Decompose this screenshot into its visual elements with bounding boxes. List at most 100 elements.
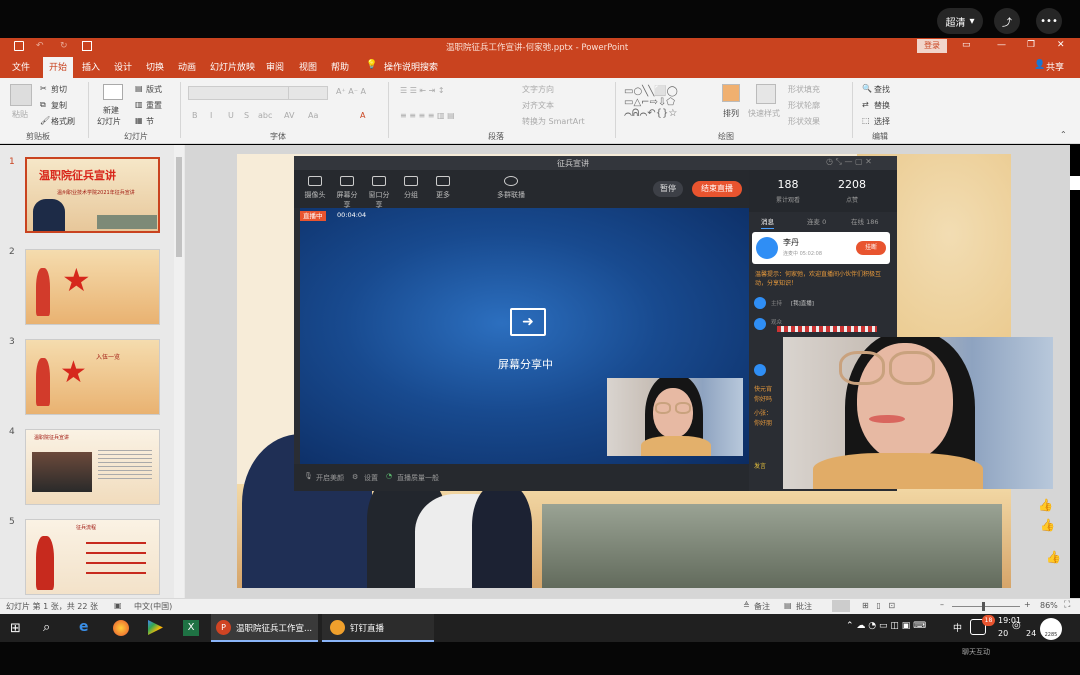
language-status[interactable]: 中文(中国)	[134, 601, 172, 612]
excel-icon[interactable]: X	[183, 620, 199, 636]
pause-button[interactable]: 暂停	[653, 181, 683, 197]
grow-font-icon[interactable]: A⁺ A⁻ A	[336, 87, 366, 96]
window-share-button[interactable]: 窗口分享	[366, 176, 392, 210]
normal-view-button[interactable]	[832, 600, 850, 612]
bold-button[interactable]: B	[192, 111, 198, 120]
tab-file[interactable]: 文件	[12, 60, 30, 73]
firefox-icon[interactable]	[113, 620, 129, 636]
tab-animations[interactable]: 动画	[178, 60, 196, 73]
shape-fill-button[interactable]: 形状填充	[788, 84, 820, 95]
slide-thumbnail-1[interactable]: 温职院征兵宣讲 温州职业技术学院2021年征兵宣讲	[25, 157, 160, 233]
camera-button[interactable]: 摄像头	[302, 176, 328, 200]
shape-effects-button[interactable]: 形状效果	[788, 116, 820, 127]
tab-online[interactable]: 在线 186	[851, 216, 878, 226]
select-button[interactable]: 选择	[874, 116, 890, 127]
align-icons[interactable]: ≡ ≡ ≡ ≡ ▥ ▤	[400, 111, 455, 120]
tab-messages[interactable]: 消息	[761, 216, 774, 229]
hang-up-button[interactable]: 挂断	[856, 241, 886, 255]
quick-styles-button[interactable]: 快速样式	[748, 108, 780, 119]
replace-button[interactable]: 替换	[874, 100, 890, 111]
minimize-icon[interactable]: —	[997, 40, 1006, 50]
tab-home[interactable]: 开始	[43, 57, 74, 78]
font-size-select[interactable]	[288, 86, 328, 100]
fit-slide-icon[interactable]: ⛶	[1064, 600, 1070, 610]
group-button[interactable]: 分组	[398, 176, 424, 200]
screen-share-button[interactable]: 屏幕分享	[334, 176, 360, 210]
thumbnails-scrollbar[interactable]	[174, 145, 184, 598]
quick-styles-icon[interactable]	[756, 84, 776, 104]
ie-icon[interactable]: e	[79, 619, 89, 635]
slide-thumbnail-4[interactable]: 温职院征兵宣讲	[25, 429, 160, 505]
comments-button[interactable]: 批注	[796, 601, 812, 612]
quality-selector[interactable]: 超清 ▾	[937, 8, 983, 34]
slide-thumbnail-2[interactable]: ★	[25, 249, 160, 325]
notes-button[interactable]: 备注	[754, 601, 770, 612]
change-case-button[interactable]: Aa	[308, 111, 318, 120]
list-icons[interactable]: ☰ ☰ ⇤ ⇥ ↕	[400, 86, 445, 95]
zoom-slider[interactable]	[952, 602, 1020, 611]
taskbar-app-dingtalk[interactable]: 钉钉直播	[322, 614, 434, 642]
end-live-button[interactable]: 结束直播	[692, 181, 742, 197]
arrange-icon[interactable]	[722, 84, 740, 102]
text-direction-button[interactable]: 文字方向	[522, 84, 554, 95]
arrange-button[interactable]: 排列	[723, 108, 739, 119]
tab-design[interactable]: 设计	[114, 60, 132, 73]
align-text-button[interactable]: 对齐文本	[522, 100, 554, 111]
new-slide-label[interactable]: 新建	[103, 105, 119, 116]
find-button[interactable]: 查找	[874, 84, 890, 95]
collapse-ribbon-icon[interactable]: ⌃	[1060, 130, 1067, 139]
paste-button[interactable]: 粘贴	[12, 109, 28, 120]
zoom-out-button[interactable]: –	[940, 600, 944, 609]
slide-scrollbar[interactable]	[1070, 176, 1080, 190]
new-slide-icon[interactable]	[103, 84, 123, 100]
slide-thumbnail-3[interactable]: ★ 入伍一览	[25, 339, 160, 415]
cut-button[interactable]: 剪切	[51, 84, 67, 95]
tab-mic[interactable]: 连麦 0	[807, 216, 826, 226]
settings-button[interactable]: 设置	[364, 473, 378, 483]
zoom-in-button[interactable]: +	[1024, 600, 1031, 609]
smartart-button[interactable]: 转换为 SmartArt	[522, 116, 585, 127]
italic-button[interactable]: I	[210, 111, 212, 120]
tab-help[interactable]: 帮助	[331, 60, 349, 73]
save-icon[interactable]	[14, 41, 24, 51]
font-color-button[interactable]: A	[360, 111, 365, 120]
search-icon[interactable]: ⌕	[43, 620, 50, 635]
tab-view[interactable]: 视图	[299, 60, 317, 73]
taskbar-app-powerpoint[interactable]: P 温职院征兵工作宣...	[211, 614, 318, 642]
tray-icons[interactable]: ⌃ ☁ ◔ ▭ ◫ ▣ ⌨	[846, 621, 926, 631]
avatar[interactable]: 2285	[1040, 618, 1062, 640]
play-store-icon[interactable]	[148, 620, 163, 635]
shapes-gallery[interactable]: ▭○╲╲⬜◯ ▭△⌐⇨⇩⬠ ⌒ᕱ⌒↶{}☆	[624, 86, 678, 119]
more-button[interactable]: 更多	[430, 176, 456, 200]
slide-thumbnail-5[interactable]: 征兵流程	[25, 519, 160, 595]
multi-group-button[interactable]: 多群联播	[494, 176, 528, 200]
share-button[interactable]: 共享	[1046, 60, 1064, 73]
tab-insert[interactable]: 插入	[82, 60, 100, 73]
restore-icon[interactable]: ❐	[1027, 40, 1035, 50]
shadow-button[interactable]: S	[244, 111, 249, 120]
beauty-button[interactable]: 开启美颜	[316, 473, 344, 483]
view-buttons[interactable]: ⊞ ▯ ⊡	[862, 601, 895, 610]
zoom-thumb[interactable]	[982, 602, 985, 611]
login-button[interactable]: 登录	[917, 39, 947, 53]
chat-icon[interactable]: ◎	[1012, 620, 1021, 631]
undo-icon[interactable]: ↶	[36, 41, 44, 51]
spacing-button[interactable]: AV	[284, 111, 294, 120]
format-painter-button[interactable]: 格式刷	[51, 116, 75, 127]
underline-button[interactable]: U	[228, 111, 234, 120]
layout-button[interactable]: 版式	[146, 84, 162, 95]
new-slide-label-2[interactable]: 幻灯片	[97, 116, 121, 127]
tab-slideshow[interactable]: 幻灯片放映	[210, 60, 255, 73]
zoom-level[interactable]: 86%	[1040, 601, 1058, 610]
chat-input[interactable]: 发言	[754, 461, 766, 470]
close-icon[interactable]: ✕	[1057, 40, 1065, 50]
section-button[interactable]: 节	[146, 116, 154, 127]
copy-button[interactable]: 复制	[51, 100, 67, 111]
redo-icon[interactable]: ↻	[60, 41, 68, 51]
tell-me-search[interactable]: 操作说明搜索	[384, 60, 438, 73]
more-icon[interactable]: •••	[1036, 8, 1062, 34]
window-controls[interactable]: ◷ ⤡ — ▢ ✕	[826, 157, 872, 167]
windows-start-icon[interactable]: ⊞	[10, 621, 21, 636]
strikethrough-button[interactable]: abc	[258, 111, 272, 120]
tab-transitions[interactable]: 切换	[146, 60, 164, 73]
